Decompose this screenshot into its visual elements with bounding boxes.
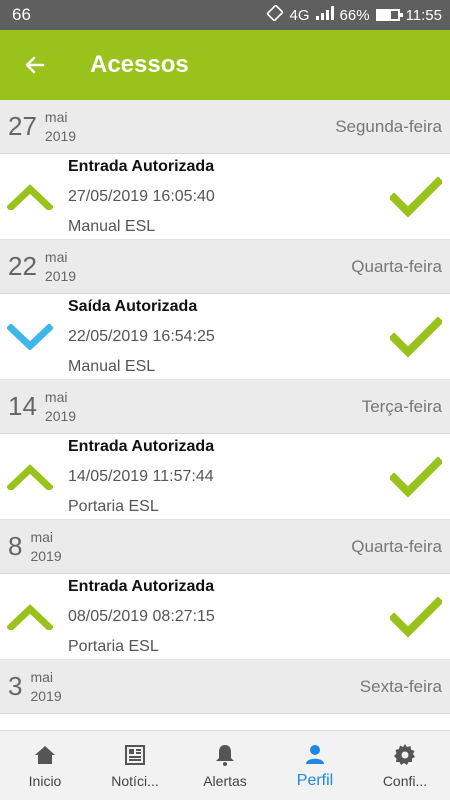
arrow-left-icon — [25, 56, 45, 74]
page-title: Acessos — [90, 51, 189, 78]
app-bar: Acessos — [0, 30, 450, 100]
entry-source: Portaria ESL — [68, 637, 159, 655]
month: mai — [44, 388, 68, 405]
year: 2019 — [44, 267, 77, 284]
day-number: 14 — [8, 391, 37, 421]
signal-icon — [315, 6, 334, 24]
year: 2019 — [44, 407, 77, 424]
chevron-up-icon — [0, 463, 60, 490]
year: 2019 — [30, 547, 62, 564]
access-entry[interactable]: Saída Autorizada 22/05/2019 16:54:25 Man… — [0, 294, 450, 380]
nav-label: Alertas — [203, 772, 247, 789]
clock: 11:55 — [405, 6, 442, 24]
nav-label: Confi... — [382, 772, 428, 789]
status-left-text: 66 — [12, 5, 31, 24]
access-entry[interactable]: Entrada Autorizada 27/05/2019 16:05:40 M… — [0, 154, 450, 240]
chevron-down-icon — [0, 323, 60, 350]
nav-item-news[interactable]: Notíci... — [90, 731, 180, 800]
day-number: 27 — [8, 111, 37, 141]
entry-title: Entrada Autorizada — [68, 157, 215, 175]
nav-item-gear[interactable]: Confi... — [360, 731, 450, 800]
battery-percent: 66% — [339, 6, 370, 24]
network-type: 4G — [289, 6, 310, 24]
entry-datetime: 08/05/2019 08:27:15 — [68, 607, 215, 625]
nav-item-person[interactable]: Perfil — [270, 731, 360, 800]
nav-label: Inicio — [28, 772, 62, 789]
entry-datetime: 14/05/2019 11:57:44 — [68, 467, 214, 485]
day-header: 8 mai 2019 Quarta-feira — [0, 520, 450, 574]
year: 2019 — [44, 127, 77, 144]
access-entry[interactable]: Entrada Autorizada 14/05/2019 11:57:44 P… — [0, 434, 450, 520]
day-header: 3 mai 2019 Sexta-feira — [0, 660, 450, 714]
vibrate-icon — [266, 4, 284, 25]
entry-datetime: 27/05/2019 16:05:40 — [68, 187, 215, 205]
weekday: Quarta-feira — [351, 536, 442, 556]
access-entry[interactable]: Entrada Autorizada 08/05/2019 08:27:15 P… — [0, 574, 450, 660]
entry-title: Entrada Autorizada — [68, 577, 215, 595]
weekday: Terça-feira — [361, 396, 442, 416]
gear-icon — [393, 743, 417, 767]
check-icon — [386, 175, 446, 218]
entry-source: Portaria ESL — [68, 497, 159, 515]
news-icon — [123, 743, 147, 767]
status-bar: 66 4G 66% 11:55 — [0, 0, 450, 30]
bell-icon — [213, 743, 237, 767]
entry-source: Manual ESL — [68, 217, 156, 235]
day-number: 3 — [8, 671, 23, 701]
chevron-up-icon — [0, 603, 60, 630]
weekday: Segunda-feira — [335, 116, 442, 136]
weekday: Quarta-feira — [351, 256, 442, 276]
back-button[interactable] — [0, 30, 70, 100]
check-icon — [386, 595, 446, 638]
chevron-up-icon — [0, 183, 60, 210]
day-number: 22 — [8, 251, 37, 281]
battery-icon — [375, 9, 403, 21]
month: mai — [30, 668, 54, 685]
year: 2019 — [30, 687, 62, 704]
entry-title: Saída Autorizada — [68, 297, 198, 315]
weekday: Sexta-feira — [359, 676, 442, 696]
month: mai — [44, 108, 68, 125]
home-icon — [33, 743, 57, 767]
month: mai — [30, 528, 54, 545]
nav-label: Perfil — [296, 771, 334, 789]
entry-title: Entrada Autorizada — [68, 437, 215, 455]
access-entry[interactable]: Entrada Autorizada — [0, 714, 450, 730]
nav-item-bell[interactable]: Alertas — [180, 731, 270, 800]
check-icon — [386, 455, 446, 498]
day-number: 8 — [8, 531, 23, 561]
bottom-nav: Inicio Notíci... Alertas Perfil Confi... — [0, 730, 450, 800]
access-list[interactable]: 27 mai 2019 Segunda-feira Entrada Autori… — [0, 100, 450, 730]
day-header: 22 mai 2019 Quarta-feira — [0, 240, 450, 294]
nav-label: Notíci... — [111, 772, 159, 789]
entry-source: Manual ESL — [68, 357, 156, 375]
check-icon — [386, 315, 446, 358]
entry-datetime: 22/05/2019 16:54:25 — [68, 327, 215, 345]
day-header: 14 mai 2019 Terça-feira — [0, 380, 450, 434]
day-header: 27 mai 2019 Segunda-feira — [0, 100, 450, 154]
month: mai — [44, 248, 68, 265]
nav-item-home[interactable]: Inicio — [0, 731, 90, 800]
person-icon — [303, 742, 327, 766]
